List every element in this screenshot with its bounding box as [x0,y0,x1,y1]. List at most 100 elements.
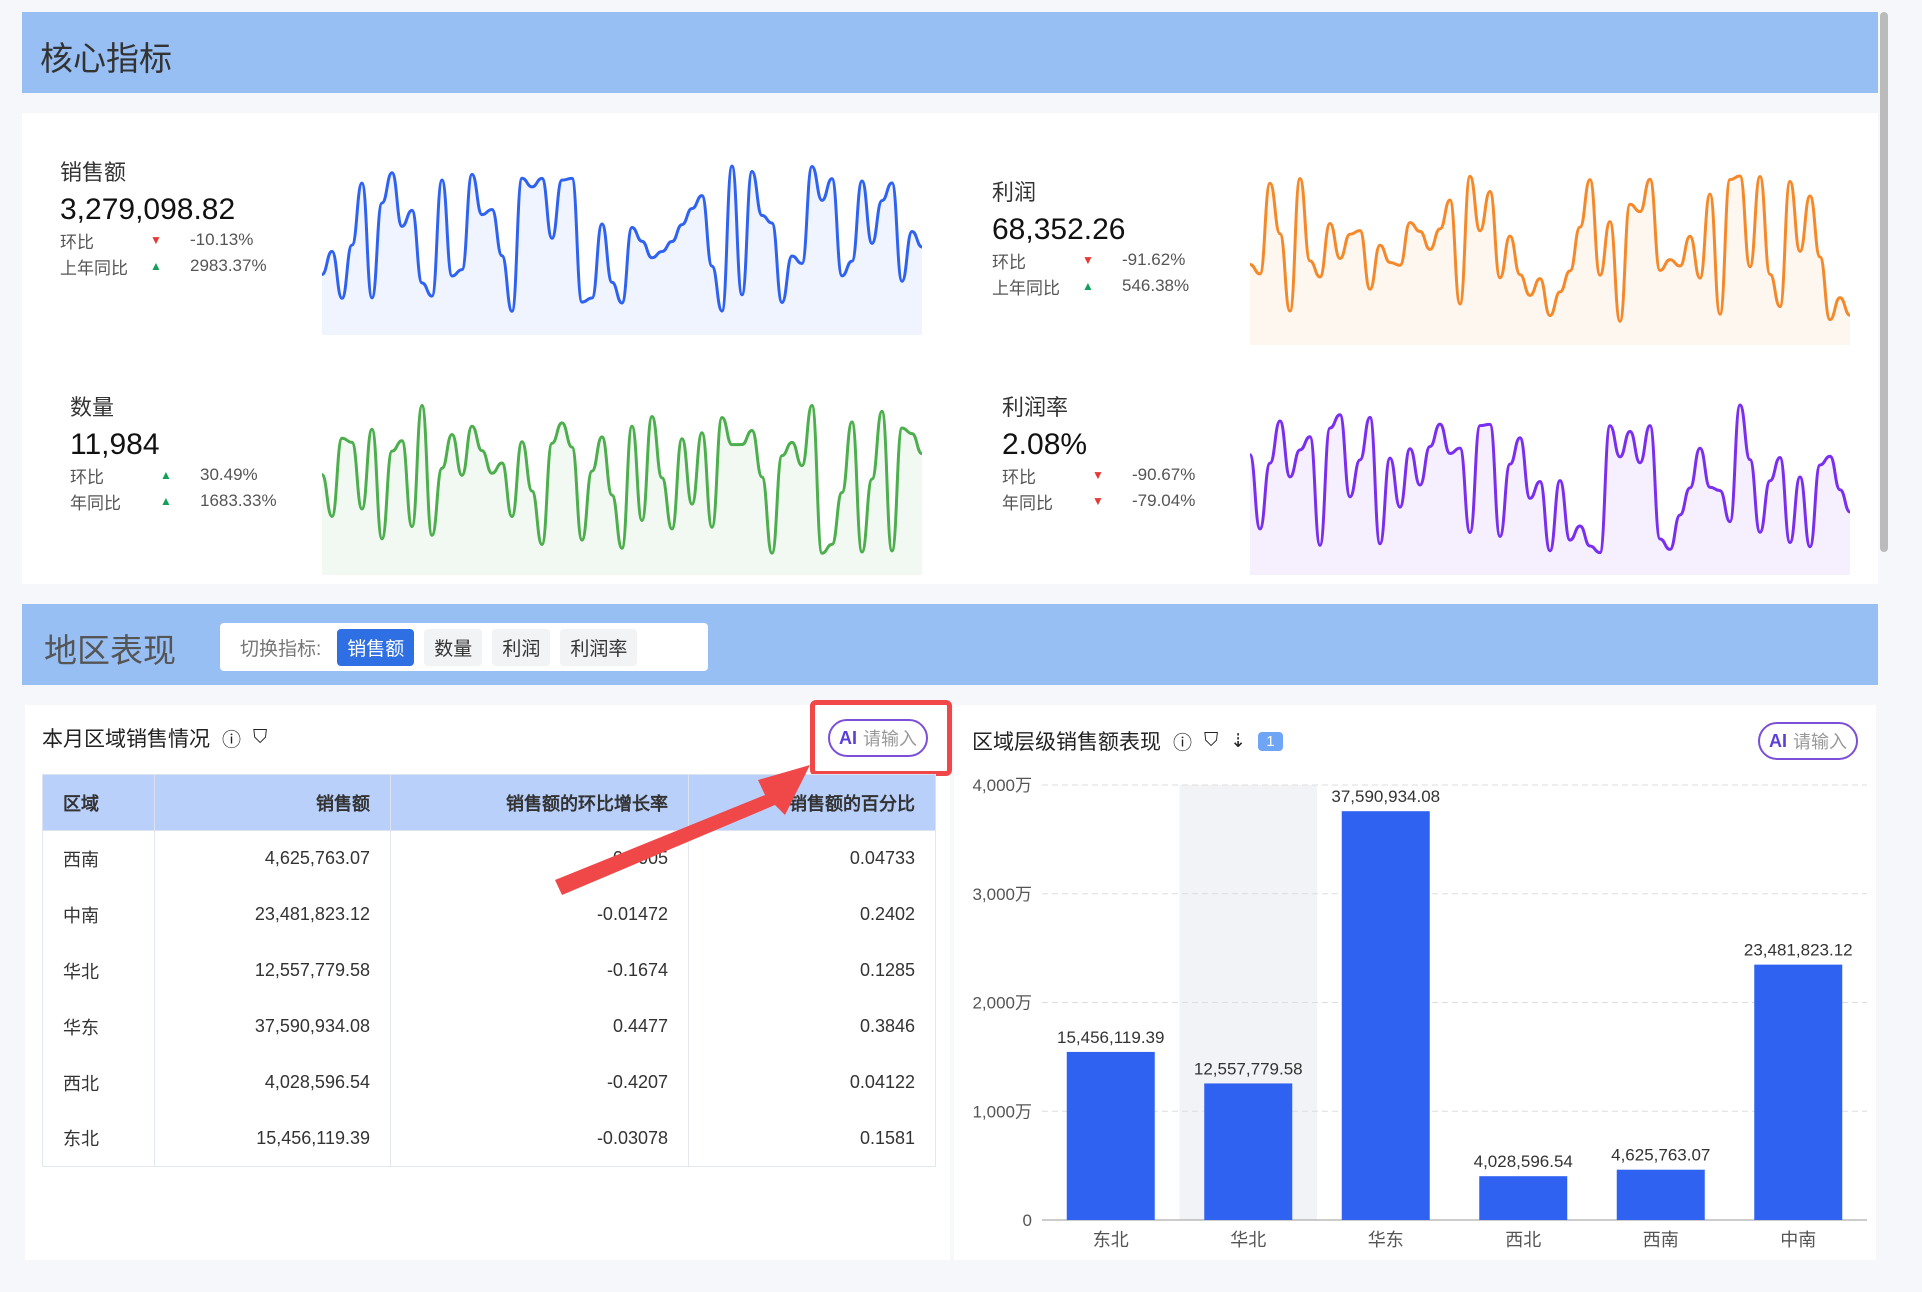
section-title: 地区表现 [44,632,176,669]
drill-icon[interactable]: ⇣ [1230,730,1246,753]
kpi-compare-row: 上年同比 ▲ 546.38% [992,276,1190,298]
triangle-up-icon: ▲ [1082,279,1094,293]
y-tick-label: 4,000万 [972,776,1032,795]
y-tick-label: 1,000万 [972,1102,1032,1121]
kpi-compare-row: 上年同比 ▲ 2983.37% [60,256,267,278]
x-tick-label: 华东 [1368,1230,1404,1250]
table-row: 东北 15,456,119.39 -0.03078 0.1581 [42,1110,936,1167]
data-label: 15,456,119.39 [1057,1028,1164,1047]
sparkline [1250,403,1850,575]
info-icon[interactable]: ⓘ [1173,728,1192,755]
table-cell: -0.1674 [390,942,689,999]
triangle-down-icon: ▼ [1092,468,1104,482]
data-label: 4,625,763.07 [1611,1146,1710,1165]
section-title: 核心指标 [40,40,172,77]
x-tick-label: 东北 [1093,1230,1129,1250]
bar [1754,964,1843,1220]
table-cell: 4,625,763.07 [154,830,391,887]
panel-title: 区域层级销售额表现 [972,731,1161,754]
triangle-down-icon: ▼ [150,233,162,247]
kpi-0: 销售额 3,279,098.82 环比 ▼ -10.13% 上年同比 ▲ 2983.37% [60,155,267,279]
table-row: 华东 37,590,934.08 0.4477 0.3846 [42,998,936,1055]
kpi-compare-row: 环比 ▼ -91.62% [992,250,1186,272]
kpi-label: 利润率 [1002,395,1069,420]
bar [1479,1176,1568,1220]
region-bar-chart: 0 1,000万 2,000万 3,000万 4,000万 15,456,119.39 东北… [972,776,1867,1250]
table-cell: 西北 [42,1054,155,1111]
highlight-box [810,700,952,776]
kpi-compare-row: 年同比 ▼ -79.04% [1002,491,1196,513]
kpi-compare-row: 环比 ▼ -90.67% [1002,465,1196,487]
kpi-value: 11,984 [70,428,160,461]
kpi-3: 利润率 2.08% 环比 ▼ -90.67% 年同比 ▼ -79.04% [1002,390,1195,514]
kpi-compare-row: 环比 ▲ 30.49% [70,465,258,487]
kpi-value: 2.08% [1002,428,1088,461]
table-cell: 0.1581 [688,1110,936,1167]
y-tick-label: 0 [1023,1211,1032,1230]
table-cell: 4,028,596.54 [154,1054,391,1111]
table-cell: 0.3846 [688,998,936,1055]
table-cell: -0.03078 [390,1110,689,1167]
table-cell: 华东 [42,998,155,1055]
table-cell: 0.4477 [390,998,689,1055]
column-header[interactable]: 区域 [42,774,155,831]
switch-label: 切换指标: [240,638,322,660]
kpi-label: 销售额 [60,160,127,185]
data-label: 37,590,934.08 [1331,787,1440,806]
data-label: 12,557,779.58 [1194,1059,1303,1078]
table-cell: 23,481,823.12 [154,886,391,943]
table-cell: 37,590,934.08 [154,998,391,1055]
table-row: 华北 12,557,779.58 -0.1674 0.1285 [42,942,936,999]
kpi-2: 数量 11,984 环比 ▲ 30.49% 年同比 ▲ 1683.33% [70,390,277,514]
metric-option-profit[interactable]: 利润 [492,628,551,666]
y-tick-label: 2,000万 [972,994,1032,1013]
x-tick-label: 西南 [1643,1230,1679,1250]
filter-icon[interactable]: ⛉ [1204,730,1218,752]
table-cell: 0.1285 [688,942,936,999]
metric-option-quantity[interactable]: 数量 [424,628,483,666]
kpi-value: 68,352.26 [992,213,1126,246]
column-header[interactable]: 销售额 [154,774,391,831]
core-metrics-header: 核心指标 [22,12,1878,93]
metric-switch: 切换指标: 销售额 数量 利润 利润率 [220,623,708,671]
table-cell: 0.04122 [688,1054,936,1111]
count-badge[interactable]: 1 [1258,731,1283,751]
table-cell: 12,557,779.58 [154,942,391,999]
x-tick-label: 华北 [1230,1230,1266,1250]
kpi-1: 利润 68,352.26 环比 ▼ -91.62% 上年同比 ▲ 546.38% [992,175,1189,299]
y-tick-label: 3,000万 [972,885,1032,904]
data-label: 4,028,596.54 [1474,1152,1573,1171]
triangle-up-icon: ▲ [160,494,172,508]
bar [1616,1169,1705,1220]
table-row: 西北 4,028,596.54 -0.4207 0.04122 [42,1054,936,1111]
table-panel-header: 本月区域销售情况 ⓘ ⛉ [42,723,267,753]
scrollbar[interactable] [1880,12,1888,552]
data-label: 23,481,823.12 [1744,941,1853,960]
metric-option-margin[interactable]: 利润率 [560,628,638,666]
triangle-up-icon: ▲ [160,468,172,482]
table-cell: -0.4207 [390,1054,689,1111]
chart-panel-header: 区域层级销售额表现 ⓘ ⛉ ⇣ 1 [972,726,1283,756]
triangle-down-icon: ▼ [1082,253,1094,267]
kpi-value: 3,279,098.82 [60,193,236,226]
bar [1066,1051,1155,1220]
kpi-label: 数量 [70,395,115,420]
table-cell: 西南 [42,830,155,887]
filter-icon[interactable]: ⛉ [253,727,267,749]
kpi-compare-row: 环比 ▼ -10.13% [60,230,254,252]
sparkline [322,164,922,335]
metric-option-sales[interactable]: 销售额 [337,628,415,666]
x-tick-label: 中南 [1780,1230,1816,1250]
ai-input-button[interactable]: AI 请输入 [1758,722,1858,760]
info-icon[interactable]: ⓘ [222,725,241,752]
red-arrow-annotation [555,765,810,895]
table-cell: 15,456,119.39 [154,1110,391,1167]
panel-title: 本月区域销售情况 [42,728,210,751]
table-cell: 中南 [42,886,155,943]
x-tick-label: 西北 [1505,1230,1541,1250]
table-cell: 华北 [42,942,155,999]
sparkline [322,404,922,575]
triangle-up-icon: ▲ [150,259,162,273]
bar [1341,811,1430,1220]
bar [1204,1083,1293,1220]
